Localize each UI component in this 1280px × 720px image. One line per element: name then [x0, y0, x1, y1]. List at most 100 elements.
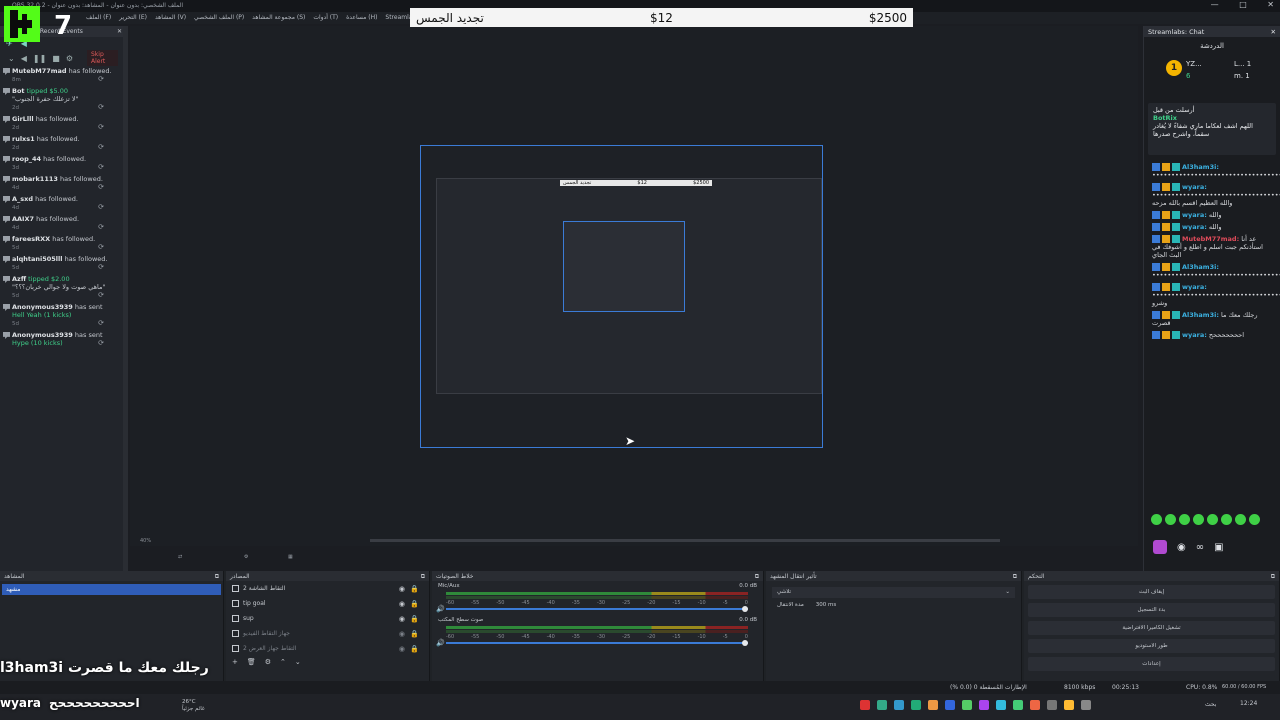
app-icon[interactable] — [979, 700, 989, 710]
taskbar-search[interactable]: بحث — [1205, 701, 1216, 708]
chat-user[interactable]: wyara: — [1182, 283, 1207, 291]
source-item[interactable]: جهاز التقاط الفيديو ◉ 🔒 — [226, 626, 429, 641]
chevron-down-icon[interactable]: ⌄ — [8, 54, 15, 63]
chat-user[interactable]: Al3ham3i: — [1182, 163, 1219, 171]
source-item[interactable]: التقاط جهاز العرض 2 ◉ 🔒 — [226, 641, 429, 656]
volume-knob[interactable] — [742, 606, 748, 612]
pinned-message[interactable]: أرسلت من قبل BotRix اللهم اشف لعكاما مار… — [1148, 103, 1276, 155]
stop-stream-button[interactable]: إيقاف البث — [1028, 585, 1275, 599]
lock-icon[interactable]: 🔒 — [410, 615, 419, 623]
chat-user[interactable]: wyara: — [1182, 331, 1207, 339]
app-icon[interactable] — [945, 700, 955, 710]
up-icon[interactable]: ⌃ — [280, 658, 286, 666]
lock-icon[interactable]: 🔒 — [410, 585, 419, 593]
menu-view[interactable]: المشاهد (V) — [155, 14, 186, 21]
app-icon[interactable] — [911, 700, 921, 710]
virtual-camera-button[interactable]: تشغيل الكاميرا الافتراضية — [1028, 621, 1275, 635]
settings-icon[interactable]: ⚙ — [244, 554, 248, 560]
chat-user[interactable]: wyara: — [1182, 223, 1207, 231]
app-icon[interactable] — [928, 700, 938, 710]
minimize-button[interactable]: — — [1211, 0, 1219, 9]
repeat-icon[interactable]: ⟳ — [98, 143, 104, 151]
chat-user[interactable]: MutebM77mad: — [1182, 235, 1239, 243]
app-icon[interactable] — [894, 700, 904, 710]
menu-tools[interactable]: أدوات (T) — [313, 14, 338, 21]
source-item[interactable]: sup ◉ 🔒 — [226, 611, 429, 626]
speaker-icon[interactable]: 🔊 — [436, 605, 445, 613]
repeat-icon[interactable]: ⟳ — [98, 123, 104, 131]
menu-profile[interactable]: الملف الشخصي (P) — [194, 14, 244, 21]
menu-help[interactable]: مساعدة (H) — [346, 14, 377, 21]
app-icon[interactable] — [1047, 700, 1057, 710]
source-item[interactable]: التقاط الشاشة 2 ◉ 🔒 — [226, 581, 429, 596]
close-icon[interactable]: ✕ — [117, 28, 122, 35]
speaker-icon[interactable]: 🔊 — [436, 639, 445, 647]
undock-icon[interactable]: ⧉ — [755, 573, 759, 580]
studio-icon[interactable]: ▦ — [288, 554, 293, 560]
app-icon[interactable] — [996, 700, 1006, 710]
emote-icon[interactable] — [1193, 514, 1204, 525]
down-icon[interactable]: ⌄ — [295, 658, 301, 666]
chat-user[interactable]: wyara: — [1182, 211, 1207, 219]
volume-slider[interactable] — [446, 606, 748, 612]
app-icon[interactable] — [1081, 700, 1091, 710]
repeat-icon[interactable]: ⟳ — [98, 291, 104, 299]
emote-icon[interactable] — [1151, 514, 1162, 525]
mute-icon[interactable]: ■ — [52, 54, 60, 63]
menu-file[interactable]: الملف (F) — [86, 14, 111, 21]
app-icon[interactable] — [962, 700, 972, 710]
switch-scene-button[interactable]: ⇄ — [178, 554, 182, 560]
maximize-button[interactable]: □ — [1239, 0, 1247, 9]
emote-icon[interactable] — [1207, 514, 1218, 525]
gift-icon[interactable]: ◉ — [1177, 542, 1186, 553]
eye-icon[interactable]: ◉ — [399, 600, 405, 608]
start-recording-button[interactable]: بدء التسجيل — [1028, 603, 1275, 617]
settings-icon[interactable]: ⚙ — [66, 54, 73, 63]
emote-icon[interactable] — [1249, 514, 1260, 525]
eye-icon[interactable]: ◉ — [399, 645, 405, 653]
emote-icon[interactable] — [1235, 514, 1246, 525]
source-item[interactable]: tip goal ◉ 🔒 — [226, 596, 429, 611]
transition-duration[interactable]: مدة الانتقال 300 ms — [772, 600, 1015, 611]
eye-icon[interactable]: ◉ — [399, 615, 405, 623]
undock-icon[interactable]: ⧉ — [1013, 573, 1017, 580]
app-icon[interactable] — [1064, 700, 1074, 710]
lock-icon[interactable]: 🔒 — [410, 645, 419, 653]
repeat-icon[interactable]: ⟳ — [98, 263, 104, 271]
studio-mode-button[interactable]: طور الاستوديو — [1028, 639, 1275, 653]
eye-icon[interactable]: ◉ — [399, 630, 405, 638]
add-icon[interactable]: + — [232, 658, 238, 666]
emote-icon[interactable] — [1165, 514, 1176, 525]
infinity-icon[interactable]: ∞ — [1196, 542, 1204, 553]
repeat-icon[interactable]: ⟳ — [98, 75, 104, 83]
transition-select[interactable]: تلاشي ⌄ — [772, 587, 1015, 598]
pause-icon[interactable]: ❚❚ — [33, 54, 46, 63]
repeat-icon[interactable]: ⟳ — [98, 103, 104, 111]
settings-button[interactable]: إعدادات — [1028, 657, 1275, 671]
emote-icon[interactable] — [1179, 514, 1190, 525]
repeat-icon[interactable]: ⟳ — [98, 163, 104, 171]
close-button[interactable]: ✕ — [1267, 0, 1274, 9]
chat-tab[interactable]: الدردشة — [1144, 37, 1280, 55]
repeat-icon[interactable]: ⟳ — [98, 319, 104, 327]
undock-icon[interactable]: ⧉ — [215, 573, 219, 580]
preview-horizontal-scrollbar[interactable] — [370, 539, 1000, 542]
menu-scene-collection[interactable]: مجموعة المشاهد (S) — [252, 14, 305, 21]
app-icon[interactable] — [860, 700, 870, 710]
repeat-icon[interactable]: ⟳ — [98, 339, 104, 347]
trash-icon[interactable]: 🗑 — [247, 658, 256, 666]
app-icon[interactable] — [877, 700, 887, 710]
volume-slider[interactable] — [446, 640, 748, 646]
repeat-icon[interactable]: ⟳ — [98, 183, 104, 191]
scene-item-selected[interactable]: مشهد — [2, 584, 221, 595]
skip-alert-button[interactable]: Skip Alert — [87, 50, 118, 66]
events-scrollbar[interactable] — [123, 26, 128, 571]
undock-icon[interactable]: ⧉ — [421, 573, 425, 580]
repeat-icon[interactable]: ⟳ — [98, 243, 104, 251]
menu-edit[interactable]: التحرير (E) — [119, 14, 147, 21]
app-icon[interactable] — [1030, 700, 1040, 710]
emote-icon[interactable] — [1221, 514, 1232, 525]
close-icon[interactable]: ✕ — [1271, 28, 1276, 36]
repeat-icon[interactable]: ⟳ — [98, 223, 104, 231]
undock-icon[interactable]: ⧉ — [1271, 573, 1275, 580]
